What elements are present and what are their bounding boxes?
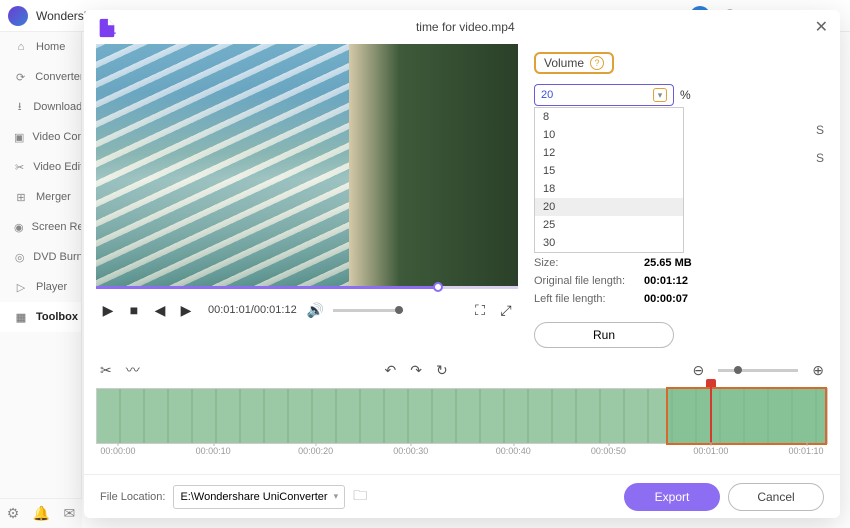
- app-logo: [8, 6, 28, 26]
- volume-option[interactable]: 8: [535, 108, 683, 126]
- redo-icon[interactable]: ↷: [410, 362, 422, 379]
- run-button[interactable]: Run: [534, 322, 674, 348]
- percent-unit: %: [680, 88, 691, 102]
- notification-icon[interactable]: 🔔: [33, 505, 50, 522]
- reset-icon[interactable]: ↻: [436, 362, 448, 379]
- home-icon: ⌂: [14, 40, 28, 54]
- volume-option[interactable]: 12: [535, 144, 683, 162]
- playhead[interactable]: [710, 383, 712, 443]
- converter-icon: ⟳: [14, 70, 27, 84]
- volume-label: Volume ?: [534, 52, 614, 74]
- modal-header: + time for video.mp4 ✕: [84, 10, 840, 44]
- video-preview[interactable]: [96, 44, 518, 288]
- snapshot-icon[interactable]: ⛶: [472, 302, 488, 319]
- volume-slider[interactable]: [333, 309, 403, 312]
- scissors-icon: ✂: [14, 160, 25, 174]
- timeline-ruler: 00:00:00 00:00:10 00:00:20 00:00:30 00:0…: [96, 444, 828, 470]
- volume-option[interactable]: 25: [535, 216, 683, 234]
- download-icon: ⭳: [14, 100, 25, 114]
- settings-icon[interactable]: ⚙: [7, 505, 20, 522]
- volume-dropdown: 8 10 12 15 18 20 25 30: [534, 107, 684, 253]
- sidebar-item-downloader[interactable]: ⭳Downloader: [0, 92, 81, 122]
- volume-option[interactable]: 15: [535, 162, 683, 180]
- chevron-down-icon[interactable]: ▾: [653, 88, 667, 102]
- feedback-icon[interactable]: ✉: [64, 505, 76, 522]
- volume-option[interactable]: 30: [535, 234, 683, 252]
- sidebar-item-dvd[interactable]: ◎DVD Burner: [0, 242, 81, 272]
- chevron-down-icon: ▾: [334, 491, 339, 502]
- timeline-toolbar: ✂ 〰 ↶ ↷ ↻ ⊖ ⊕: [84, 356, 840, 384]
- hidden-unit-column: S S: [816, 116, 824, 172]
- cut-icon[interactable]: ✂: [100, 362, 112, 379]
- zoom-slider[interactable]: [718, 369, 798, 372]
- file-location-select[interactable]: E:\Wondershare UniConverter ▾: [173, 485, 345, 509]
- play-button[interactable]: ▶: [100, 302, 116, 319]
- volume-combobox[interactable]: 20 ▾: [534, 84, 674, 106]
- export-button[interactable]: Export: [624, 483, 720, 511]
- seek-slider[interactable]: [96, 285, 518, 291]
- sidebar-footer: ⚙ 🔔 ✉: [0, 498, 82, 528]
- record-icon: ◉: [14, 220, 24, 234]
- addfile-icon[interactable]: +: [96, 17, 116, 37]
- play-icon: ▷: [14, 280, 28, 294]
- sidebar-item-compressor[interactable]: ▣Video Compressor: [0, 122, 81, 152]
- svg-text:+: +: [110, 28, 116, 39]
- fullscreen-icon[interactable]: ⤢: [498, 302, 514, 319]
- video-controls: ▶ ■ ◀ ▶ 00:01:01/00:01:12 🔊 ⛶ ⤢: [96, 295, 518, 325]
- sidebar-item-editor[interactable]: ✂Video Editor: [0, 152, 81, 182]
- merge-icon: ⊞: [14, 190, 28, 204]
- toolbox-icon: ▦: [14, 310, 28, 324]
- open-folder-icon[interactable]: 🗀: [353, 485, 367, 509]
- volume-option[interactable]: 18: [535, 180, 683, 198]
- next-frame-button[interactable]: ▶: [178, 302, 194, 319]
- playback-time: 00:01:01/00:01:12: [208, 304, 297, 316]
- volume-option[interactable]: 20: [535, 198, 683, 216]
- bottom-bar: File Location: E:\Wondershare UniConvert…: [84, 474, 840, 518]
- zoom-out-icon[interactable]: ⊖: [693, 362, 705, 379]
- timeline-selection[interactable]: [666, 387, 827, 445]
- file-location-label: File Location:: [100, 491, 165, 503]
- sidebar-item-converter[interactable]: ⟳Converter: [0, 62, 81, 92]
- sidebar-item-home[interactable]: ⌂Home: [0, 32, 81, 62]
- sidebar-item-toolbox[interactable]: ▦Toolbox: [0, 302, 81, 332]
- compress-icon: ▣: [14, 130, 24, 144]
- speed-modal: + time for video.mp4 ✕ ▶ ■ ◀ ▶ 00:01:01/…: [84, 10, 840, 518]
- sidebar-item-merger[interactable]: ⊞Merger: [0, 182, 81, 212]
- undo-icon[interactable]: ↶: [385, 362, 397, 379]
- modal-close-button[interactable]: ✕: [815, 17, 828, 37]
- sidebar-item-recorder[interactable]: ◉Screen Recorder: [0, 212, 81, 242]
- sidebar-item-player[interactable]: ▷Player: [0, 272, 81, 302]
- dvd-icon: ◎: [14, 250, 25, 264]
- modal-title: time for video.mp4: [116, 20, 815, 34]
- volume-option[interactable]: 10: [535, 126, 683, 144]
- volume-icon[interactable]: 🔊: [307, 302, 323, 319]
- sidebar: ⌂Home ⟳Converter ⭳Downloader ▣Video Comp…: [0, 32, 82, 498]
- cancel-button[interactable]: Cancel: [728, 483, 824, 511]
- timeline-track[interactable]: [96, 388, 828, 444]
- delete-icon[interactable]: 〰: [126, 360, 140, 380]
- prev-frame-button[interactable]: ◀: [152, 302, 168, 319]
- help-icon[interactable]: ?: [590, 56, 604, 70]
- stop-button[interactable]: ■: [126, 302, 142, 318]
- zoom-in-icon[interactable]: ⊕: [812, 362, 824, 379]
